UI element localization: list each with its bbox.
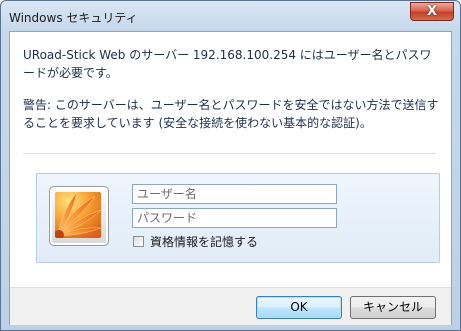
credential-tile: 資格情報を記憶する — [36, 173, 440, 263]
avatar — [49, 186, 109, 246]
window-title: Windows セキュリティ — [9, 11, 138, 25]
remember-label: 資格情報を記憶する — [150, 235, 259, 249]
close-icon: X — [426, 4, 438, 19]
cancel-button[interactable]: キャンセル — [350, 296, 436, 319]
user-picture-icon — [55, 192, 101, 238]
ok-button[interactable]: OK — [256, 296, 342, 319]
username-input[interactable] — [132, 184, 337, 204]
password-input[interactable] — [132, 208, 337, 228]
security-dialog: Windows セキュリティ X URoad-Stick Web のサーバー 1… — [0, 0, 461, 331]
close-button[interactable]: X — [410, 2, 454, 21]
remember-checkbox[interactable] — [133, 236, 144, 247]
prompt-message: URoad-Stick Web のサーバー 192.168.100.254 には… — [23, 48, 432, 80]
title-bar[interactable]: Windows セキュリティ X — [1, 1, 460, 31]
separator — [23, 153, 436, 154]
security-warning: 警告: このサーバーは、ユーザー名とパスワードを安全ではない方法で送信することを… — [23, 98, 439, 130]
button-bar: OK キャンセル — [10, 287, 451, 325]
dialog-content: URoad-Stick Web のサーバー 192.168.100.254 には… — [9, 31, 452, 325]
